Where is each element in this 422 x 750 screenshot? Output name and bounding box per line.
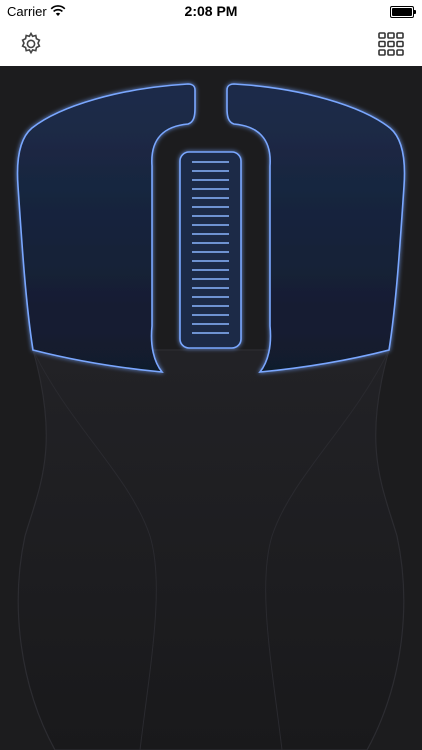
left-mouse-button[interactable] (16, 83, 196, 373)
grid-menu-button[interactable] (377, 30, 405, 58)
mouse-illustration (16, 83, 406, 750)
settings-button[interactable] (17, 30, 45, 58)
status-bar: Carrier 2:08 PM (0, 0, 422, 22)
status-time: 2:08 PM (184, 3, 238, 19)
mouse-body (17, 349, 405, 750)
right-mouse-button[interactable] (226, 83, 406, 373)
navigation-bar (0, 22, 422, 67)
gear-icon (21, 31, 41, 55)
scroll-wheel[interactable] (179, 151, 242, 349)
mouse-trackpad-area[interactable] (0, 66, 422, 750)
battery-icon (390, 6, 416, 18)
grid-icon (378, 32, 404, 56)
